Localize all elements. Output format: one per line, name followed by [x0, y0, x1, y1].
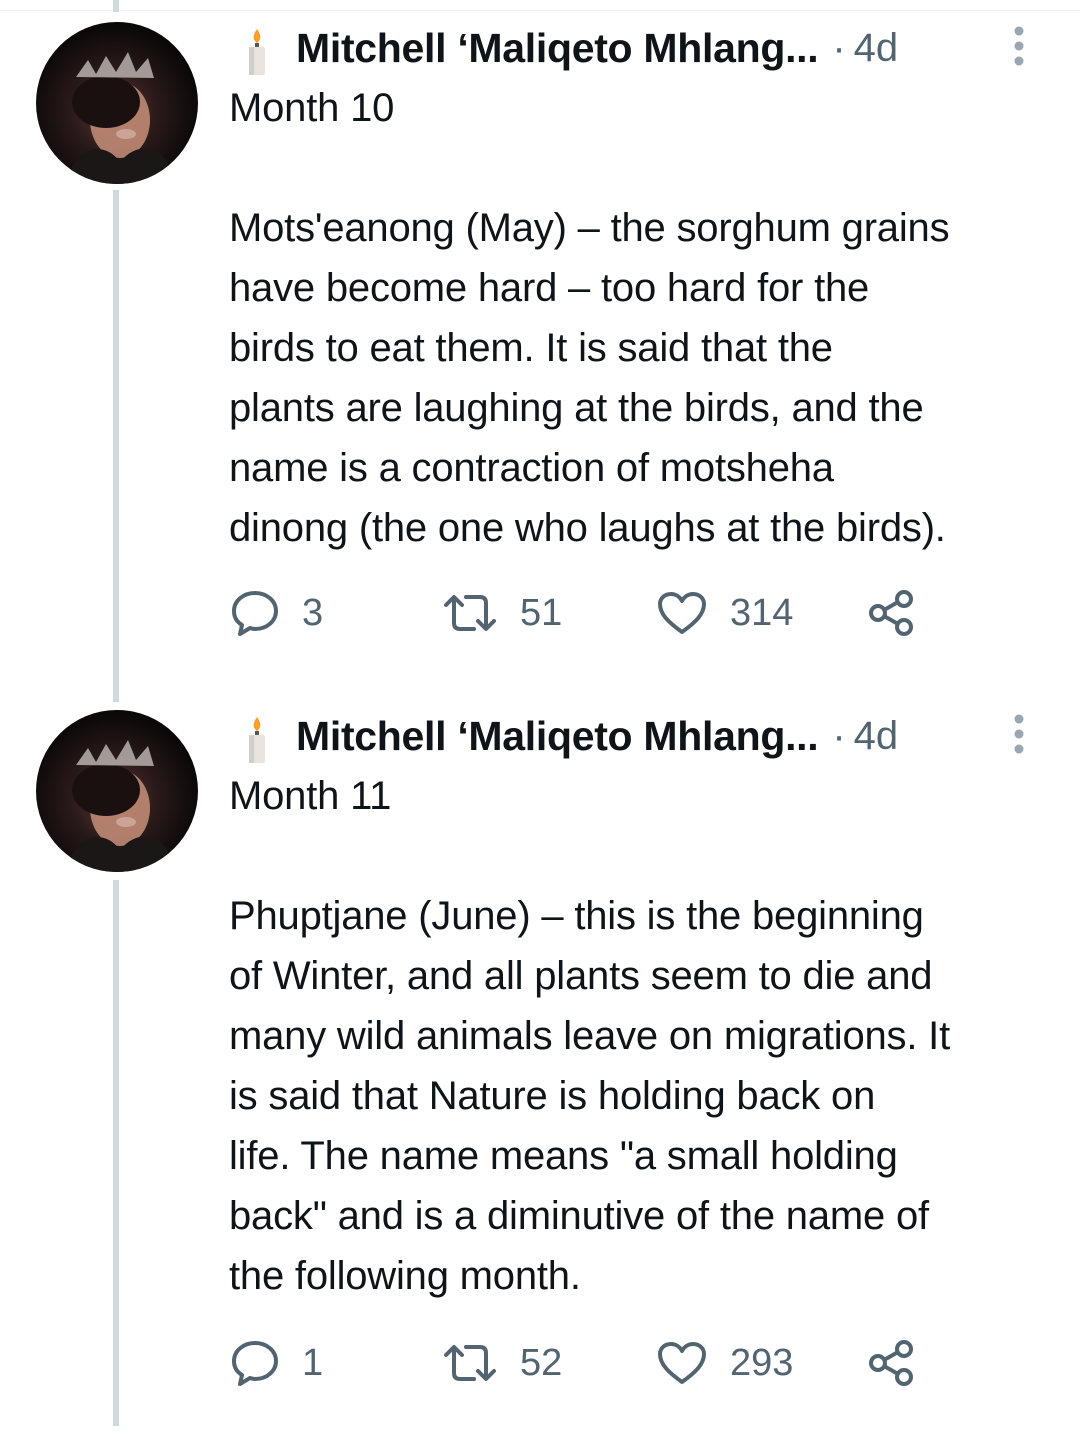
- candle-icon: [249, 717, 265, 763]
- more-vertical-icon[interactable]: [1012, 24, 1026, 68]
- share-button[interactable]: [866, 588, 916, 638]
- retweet-icon: [444, 1345, 496, 1381]
- separator-dot: ·: [832, 25, 846, 70]
- timestamp[interactable]: 4d: [854, 714, 899, 759]
- retweet-count: 52: [520, 1341, 563, 1384]
- share-icon: [869, 1340, 913, 1386]
- tweet-title: Month 11: [229, 774, 392, 818]
- reply-icon: [232, 591, 278, 636]
- share-icon: [869, 590, 913, 636]
- tweet-header: Mitchell ‘Maliqeto Mhlang... · 4d: [244, 18, 898, 78]
- timestamp[interactable]: 4d: [854, 26, 899, 71]
- reply-button[interactable]: 3: [230, 588, 323, 638]
- retweet-count: 51: [520, 591, 563, 634]
- tweet-actions: 3 51 314: [230, 588, 930, 638]
- avatar[interactable]: [36, 22, 198, 184]
- retweet-icon: [444, 595, 496, 631]
- author-name[interactable]: Mitchell ‘Maliqeto Mhlang...: [296, 25, 819, 72]
- tweet-header: Mitchell ‘Maliqeto Mhlang... · 4d: [244, 706, 898, 766]
- candle-icon: [249, 29, 265, 75]
- tweet-title: Month 10: [229, 86, 395, 130]
- retweet-button[interactable]: 52: [442, 1338, 562, 1388]
- tweet-body: Mots'eanong (May) – the sorghum grains h…: [229, 206, 950, 550]
- tweet-body: Phuptjane (June) – this is the beginning…: [229, 894, 950, 1298]
- heart-icon: [658, 592, 706, 634]
- tweet[interactable]: Mitchell ‘Maliqeto Mhlang... · 4d Month …: [0, 0, 1080, 700]
- tweet[interactable]: Mitchell ‘Maliqeto Mhlang... · 4d Month …: [0, 700, 1080, 1435]
- reply-count: 3: [302, 591, 324, 634]
- separator-dot: ·: [832, 713, 846, 758]
- like-count: 293: [730, 1341, 794, 1384]
- reply-button[interactable]: 1: [230, 1338, 323, 1388]
- like-button[interactable]: 314: [656, 588, 793, 638]
- share-button[interactable]: [866, 1338, 916, 1388]
- avatar[interactable]: [36, 710, 198, 872]
- retweet-button[interactable]: 51: [442, 588, 562, 638]
- more-vertical-icon[interactable]: [1012, 712, 1026, 756]
- reply-icon: [232, 1341, 278, 1386]
- reply-count: 1: [302, 1341, 324, 1384]
- tweet-actions: 1 52 293: [230, 1338, 930, 1388]
- author-name[interactable]: Mitchell ‘Maliqeto Mhlang...: [296, 713, 819, 760]
- like-button[interactable]: 293: [656, 1338, 793, 1388]
- heart-icon: [658, 1342, 706, 1384]
- like-count: 314: [730, 591, 794, 634]
